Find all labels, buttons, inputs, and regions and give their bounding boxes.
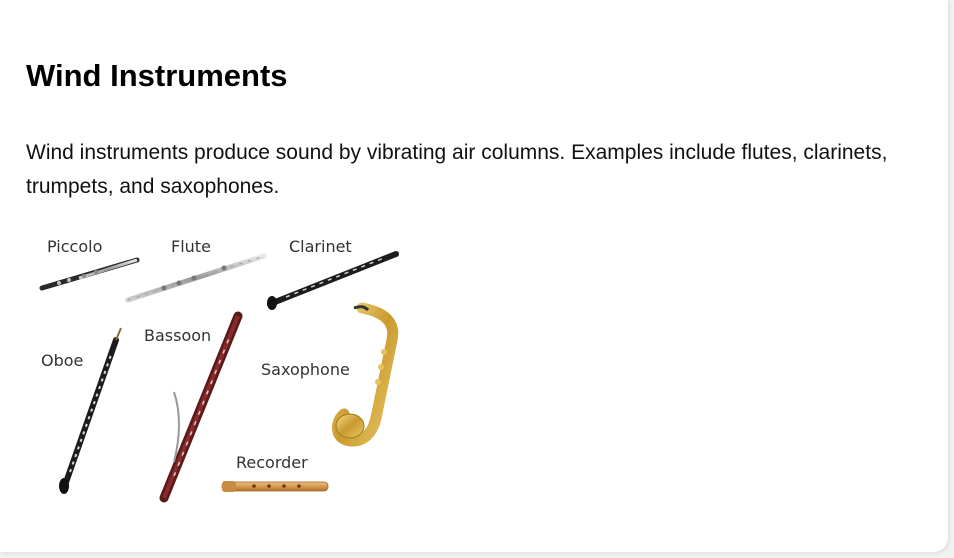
label-flute: Flute (171, 237, 211, 256)
section-title: Wind Instruments (26, 58, 288, 93)
label-saxophone: Saxophone (261, 360, 350, 379)
label-clarinet: Clarinet (289, 237, 352, 256)
piccolo-shape (39, 257, 140, 291)
label-recorder: Recorder (236, 453, 308, 472)
label-piccolo: Piccolo (47, 237, 102, 256)
wind-instruments-image: Piccolo Flute Clarinet Oboe Bassoon Saxo… (24, 222, 416, 514)
clarinet-shape (267, 251, 399, 310)
section-description: Wind instruments produce sound by vibrat… (26, 141, 888, 198)
label-oboe: Oboe (41, 351, 83, 370)
instruments-illustration: Piccolo Flute Clarinet Oboe Bassoon Saxo… (39, 237, 399, 503)
content-card: Wind Instruments Wind instruments produc… (0, 0, 948, 552)
label-bassoon: Bassoon (144, 326, 211, 345)
flute-shape (125, 253, 267, 303)
recorder-shape (221, 481, 329, 492)
